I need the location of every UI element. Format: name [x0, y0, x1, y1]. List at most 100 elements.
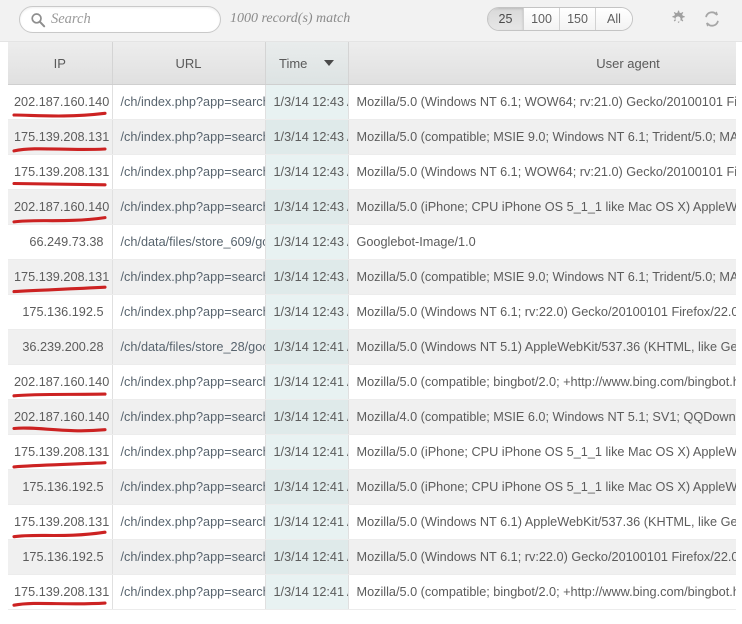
search-icon: [30, 12, 46, 28]
cell-time: 1/3/14 12:43 A: [265, 294, 348, 329]
column-header-url[interactable]: URL: [112, 42, 265, 84]
cell-ip: 202.187.160.140: [8, 364, 112, 399]
cell-user-agent: Mozilla/5.0 (Windows NT 6.1; rv:22.0) Ge…: [348, 294, 736, 329]
toolbar: 1000 record(s) match 25 100 150 All: [0, 0, 742, 42]
cell-user-agent: Mozilla/5.0 (Windows NT 6.1; rv:22.0) Ge…: [348, 539, 736, 574]
red-underline-annotation: [12, 528, 108, 540]
column-header-ip[interactable]: IP: [8, 42, 112, 84]
table-row[interactable]: 202.187.160.140/ch/index.php?app=search1…: [8, 189, 736, 224]
column-header-time[interactable]: Time: [265, 42, 348, 84]
cell-ip: 175.139.208.131: [8, 434, 112, 469]
table-body: 202.187.160.140/ch/index.php?app=search1…: [8, 84, 736, 609]
cell-user-agent: Mozilla/5.0 (compatible; MSIE 9.0; Windo…: [348, 259, 736, 294]
cell-url: /ch/index.php?app=search: [112, 364, 265, 399]
search-input[interactable]: [51, 7, 213, 32]
cell-ip: 202.187.160.140: [8, 189, 112, 224]
cell-time: 1/3/14 12:43 A: [265, 259, 348, 294]
cell-ip: 175.136.192.5: [8, 539, 112, 574]
table-row[interactable]: 202.187.160.140/ch/index.php?app=search1…: [8, 84, 736, 119]
cell-user-agent: Mozilla/5.0 (compatible; MSIE 9.0; Windo…: [348, 119, 736, 154]
header-row: IP URL Time User agent: [8, 42, 736, 84]
cell-ip: 175.139.208.131: [8, 504, 112, 539]
cell-ip: 175.136.192.5: [8, 469, 112, 504]
cell-ip: 202.187.160.140: [8, 84, 112, 119]
cell-time: 1/3/14 12:43 A: [265, 189, 348, 224]
cell-user-agent: Mozilla/5.0 (compatible; bingbot/2.0; +h…: [348, 364, 736, 399]
cell-user-agent: Googlebot-Image/1.0: [348, 224, 736, 259]
gear-icon[interactable]: [668, 9, 688, 29]
cell-user-agent: Mozilla/5.0 (Windows NT 5.1) AppleWebKit…: [348, 329, 736, 364]
cell-ip: 175.139.208.131: [8, 119, 112, 154]
cell-time: 1/3/14 12:43 A: [265, 224, 348, 259]
log-table-container[interactable]: IP URL Time User agent 202.187.160.140/c…: [8, 42, 736, 624]
table-row[interactable]: 175.139.208.131/ch/index.php?app=search1…: [8, 434, 736, 469]
cell-url: /ch/index.php?app=search: [112, 399, 265, 434]
page-size-group: 25 100 150 All: [487, 7, 633, 31]
table-row[interactable]: 202.187.160.140/ch/index.php?app=search1…: [8, 399, 736, 434]
cell-user-agent: Mozilla/4.0 (compatible; MSIE 6.0; Windo…: [348, 399, 736, 434]
page-size-150[interactable]: 150: [560, 8, 596, 30]
table-row[interactable]: 202.187.160.140/ch/index.php?app=search1…: [8, 364, 736, 399]
cell-url: /ch/data/files/store_28/goo: [112, 329, 265, 364]
red-underline-annotation: [12, 178, 108, 190]
cell-user-agent: Mozilla/5.0 (iPhone; CPU iPhone OS 5_1_1…: [348, 469, 736, 504]
red-underline-annotation: [12, 143, 108, 155]
cell-url: /ch/index.php?app=search: [112, 84, 265, 119]
cell-time: 1/3/14 12:41 A: [265, 434, 348, 469]
red-underline-annotation: [12, 458, 108, 470]
cell-time: 1/3/14 12:41 A: [265, 504, 348, 539]
cell-url: /ch/index.php?app=search: [112, 294, 265, 329]
table-row[interactable]: 175.139.208.131/ch/index.php?app=search1…: [8, 154, 736, 189]
cell-ip: 175.139.208.131: [8, 574, 112, 609]
page-size-25[interactable]: 25: [488, 8, 524, 30]
red-underline-annotation: [12, 388, 108, 400]
cell-time: 1/3/14 12:41 A: [265, 329, 348, 364]
column-header-url-label: URL: [175, 56, 201, 71]
search-box[interactable]: [19, 6, 221, 33]
cell-user-agent: Mozilla/5.0 (Windows NT 6.1) AppleWebKit…: [348, 504, 736, 539]
table-row[interactable]: 175.136.192.5/ch/index.php?app=search1/3…: [8, 539, 736, 574]
cell-time: 1/3/14 12:41 A: [265, 364, 348, 399]
refresh-icon[interactable]: [702, 9, 722, 29]
table-row[interactable]: 175.139.208.131/ch/index.php?app=search1…: [8, 574, 736, 609]
cell-time: 1/3/14 12:41 A: [265, 539, 348, 574]
column-header-ip-label: IP: [54, 56, 66, 71]
red-underline-annotation: [12, 598, 108, 610]
page-size-all[interactable]: All: [596, 8, 632, 30]
cell-ip: 36.239.200.28: [8, 329, 112, 364]
cell-ip: 202.187.160.140: [8, 399, 112, 434]
cell-url: /ch/index.php?app=search: [112, 434, 265, 469]
cell-url: /ch/index.php?app=search: [112, 259, 265, 294]
cell-url: /ch/data/files/store_609/go: [112, 224, 265, 259]
cell-ip: 175.139.208.131: [8, 154, 112, 189]
cell-time: 1/3/14 12:43 A: [265, 84, 348, 119]
cell-time: 1/3/14 12:41 A: [265, 469, 348, 504]
red-underline-annotation: [12, 283, 108, 295]
record-count-label: 1000 record(s) match: [230, 11, 350, 27]
log-viewer-app: 1000 record(s) match 25 100 150 All: [0, 0, 742, 624]
cell-url: /ch/index.php?app=search: [112, 574, 265, 609]
cell-ip: 66.249.73.38: [8, 224, 112, 259]
table-row[interactable]: 175.139.208.131/ch/index.php?app=search1…: [8, 504, 736, 539]
cell-url: /ch/index.php?app=search: [112, 154, 265, 189]
column-header-user-agent[interactable]: User agent: [348, 42, 736, 84]
table-row[interactable]: 66.249.73.38/ch/data/files/store_609/go1…: [8, 224, 736, 259]
column-header-time-label: Time: [279, 56, 307, 71]
cell-user-agent: Mozilla/5.0 (compatible; bingbot/2.0; +h…: [348, 574, 736, 609]
table-row[interactable]: 175.136.192.5/ch/index.php?app=search1/3…: [8, 469, 736, 504]
table-row[interactable]: 175.139.208.131/ch/index.php?app=search1…: [8, 119, 736, 154]
cell-url: /ch/index.php?app=search: [112, 539, 265, 574]
cell-user-agent: Mozilla/5.0 (Windows NT 6.1; WOW64; rv:2…: [348, 154, 736, 189]
cell-time: 1/3/14 12:41 A: [265, 399, 348, 434]
cell-user-agent: Mozilla/5.0 (iPhone; CPU iPhone OS 5_1_1…: [348, 434, 736, 469]
cell-url: /ch/index.php?app=search: [112, 119, 265, 154]
table-row[interactable]: 175.136.192.5/ch/index.php?app=search1/3…: [8, 294, 736, 329]
table-row[interactable]: 36.239.200.28/ch/data/files/store_28/goo…: [8, 329, 736, 364]
cell-ip: 175.136.192.5: [8, 294, 112, 329]
cell-ip: 175.139.208.131: [8, 259, 112, 294]
cell-url: /ch/index.php?app=search: [112, 189, 265, 224]
cell-time: 1/3/14 12:43 A: [265, 154, 348, 189]
sort-descending-icon: [324, 60, 334, 66]
page-size-100[interactable]: 100: [524, 8, 560, 30]
table-row[interactable]: 175.139.208.131/ch/index.php?app=search1…: [8, 259, 736, 294]
